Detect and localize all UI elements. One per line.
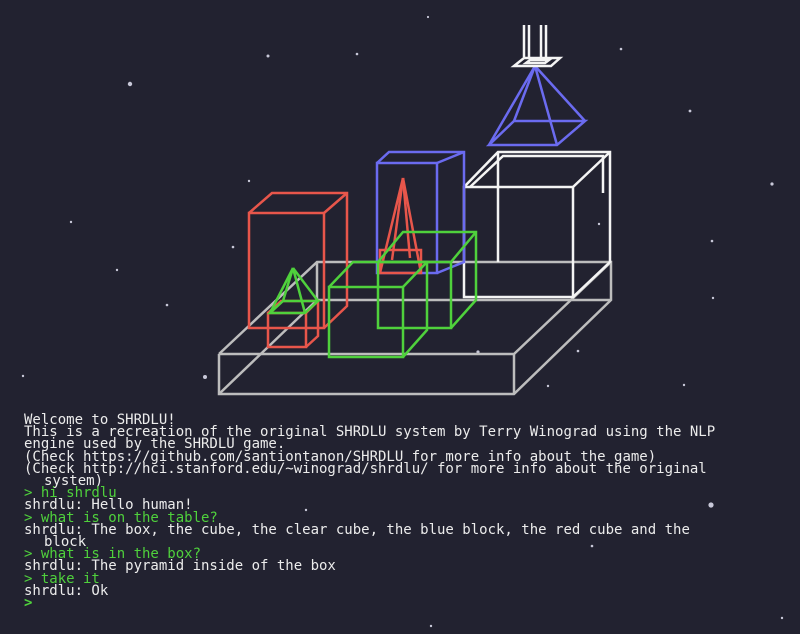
red-block	[247, 191, 349, 330]
shrdlu-screen: Welcome to SHRDLU! This is a recreation …	[0, 0, 800, 634]
star	[21, 374, 25, 378]
shrdlu-line: shrdlu: The box, the cube, the clear cub…	[24, 521, 690, 538]
robot-arm	[510, 25, 564, 68]
white-box	[462, 150, 612, 299]
star	[429, 624, 433, 628]
star	[688, 109, 692, 113]
star	[576, 349, 580, 353]
star	[770, 182, 774, 186]
star	[127, 81, 133, 87]
red-pyramid	[378, 177, 423, 275]
dialogue-console: Welcome to SHRDLU! This is a recreation …	[24, 413, 794, 612]
intro-line: system)	[44, 473, 104, 490]
star	[619, 47, 623, 51]
command-input[interactable]: >	[24, 595, 794, 612]
star	[247, 179, 251, 183]
star	[597, 222, 601, 226]
intro-line: (Check http://hci.stanford.edu/~winograd…	[24, 460, 707, 477]
star	[165, 303, 169, 307]
star	[710, 239, 714, 243]
star	[115, 268, 119, 272]
shrdlu-line: shrdlu: The pyramid inside of the box	[24, 558, 336, 575]
star	[203, 375, 207, 379]
star	[546, 384, 550, 388]
command-prompt: >	[24, 595, 33, 612]
star	[682, 383, 686, 387]
green-pyramid	[266, 267, 322, 315]
player-line: > take it	[24, 570, 100, 587]
shrdlu-line: shrdlu: Ok	[24, 582, 109, 599]
star	[266, 54, 270, 58]
star	[231, 245, 235, 249]
blue-pyramid	[485, 65, 589, 147]
star	[780, 616, 784, 620]
star	[69, 220, 73, 224]
star	[355, 52, 359, 56]
star	[426, 15, 430, 19]
star	[711, 296, 715, 300]
